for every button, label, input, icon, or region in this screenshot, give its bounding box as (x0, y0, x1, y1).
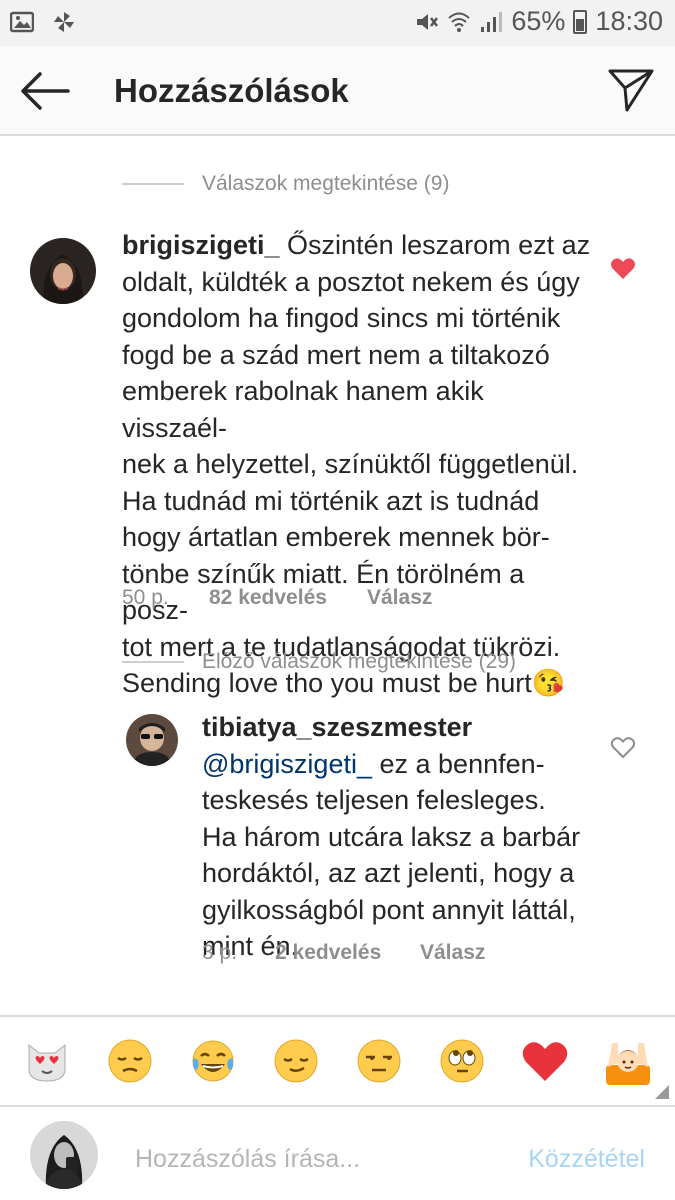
emoji-heart-eyes-cat[interactable] (22, 1036, 72, 1086)
comment-line: emberek rabolnak hanem akik visszaél- (122, 376, 484, 443)
comment-time: 3 p. (202, 941, 238, 964)
comment-username[interactable]: tibiatya_szeszmester (202, 712, 472, 742)
mute-icon (417, 13, 439, 30)
likes-count-button[interactable]: 82 kedvelés (209, 586, 367, 610)
comment-time: 50 p. (122, 586, 169, 609)
reply-button[interactable]: Válasz (367, 586, 432, 610)
comment-line: ez a bennfen- (379, 748, 545, 779)
emoji-pensive[interactable] (105, 1036, 155, 1086)
previous-replies-label: Előző válaszok megtekintése (29) (202, 650, 516, 673)
comment-line: Ha három utcára laksz a barbár (202, 821, 581, 852)
emoji-person-ok-gesture[interactable] (603, 1036, 653, 1086)
comment-line: teskesés teljesen felesleges. (202, 785, 546, 815)
comment-line: hogy ártatlan emberek mennek bör- (122, 522, 550, 552)
current-user-avatar (30, 1121, 98, 1189)
avatar-tibiatya[interactable] (126, 714, 178, 766)
comment-composer: Hozzászólás írása... Közzététel (0, 1105, 675, 1200)
app-header: Hozzászólások (0, 46, 675, 136)
direct-send-icon[interactable] (607, 66, 655, 114)
comment-line: nek a helyzettel, színüktől függetlenül. (122, 449, 579, 479)
comment-meta: 50 p. 82 kedvelés Válasz (122, 586, 432, 610)
comment-line: oldalt, küldték a posztot nekem és úgy (122, 266, 580, 297)
avatar-brigiszigeti[interactable] (30, 238, 96, 304)
back-arrow-icon[interactable] (18, 70, 72, 112)
reply-body: tibiatya_szeszmester @brigiszigeti_ ez a… (202, 709, 592, 965)
previous-replies-link[interactable]: Előző válaszok megtekintése (29) (122, 650, 516, 674)
likes-count-button[interactable]: 2 kedvelés (275, 941, 420, 965)
comment-body: brigiszigeti_ Őszintén leszarom ezt az o… (122, 227, 592, 702)
emoji-rolling-eyes[interactable] (437, 1036, 487, 1086)
comment-line: hordáktól, az azt jelenti, hogy a (202, 858, 575, 888)
battery-icon (573, 9, 588, 34)
reply-meta: 3 p. 2 kedvelés Válasz (202, 941, 485, 965)
emoji-tears-of-joy[interactable] (188, 1036, 238, 1086)
comment-username[interactable]: brigiszigeti_ (122, 230, 280, 260)
clock: 18:30 (595, 6, 663, 36)
status-bar: 65% 18:30 (0, 0, 675, 46)
like-heart-outline-icon[interactable] (610, 735, 636, 759)
divider-line (122, 661, 184, 663)
comment-line: gyilkosságból pont annyit láttál, (202, 894, 576, 925)
comment-line: Ha tudnád mi történik azt is tudnád (122, 485, 540, 516)
view-replies-label: Válaszok megtekintése (9) (202, 172, 450, 195)
quick-emoji-bar (0, 1015, 675, 1105)
reply-button[interactable]: Válasz (420, 941, 485, 965)
pinwheel-notification-icon (54, 12, 74, 32)
emoji-relieved[interactable] (271, 1036, 321, 1086)
wifi-icon (448, 12, 471, 32)
emoji-red-heart[interactable] (520, 1036, 570, 1086)
emoji-unamused[interactable] (354, 1036, 404, 1086)
expand-corner-icon[interactable] (655, 1085, 669, 1099)
comment-line: fogd be a szád mert nem a tiltakozó (122, 339, 550, 370)
battery-percent: 65% (511, 6, 566, 36)
mention-link[interactable]: @brigiszigeti_ (202, 749, 372, 779)
view-replies-link[interactable]: Válaszok megtekintése (9) (122, 172, 449, 196)
comment-input[interactable]: Hozzászólás írása... (135, 1145, 360, 1174)
like-heart-filled-icon[interactable] (610, 256, 636, 280)
page-title: Hozzászólások (114, 72, 349, 109)
gallery-notification-icon (10, 11, 34, 33)
signal-icon (481, 11, 503, 32)
comment-line: Őszintén leszarom ezt az (287, 230, 591, 260)
post-comment-button[interactable]: Közzététel (528, 1145, 645, 1174)
comment-line: gondolom ha fingod sincs mi történik (122, 303, 561, 333)
divider-line (122, 183, 184, 185)
